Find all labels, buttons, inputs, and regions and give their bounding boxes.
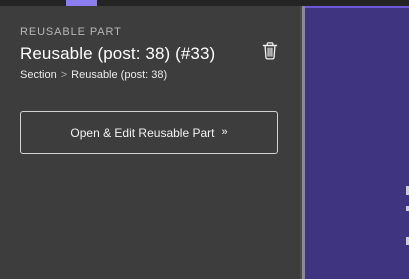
reusable-part-title: Reusable (post: 38) (#33) [20,44,216,63]
breadcrumb-separator: > [60,69,68,81]
trash-icon [262,42,278,60]
breadcrumb-current: Reusable (post: 38) [71,69,168,81]
breadcrumb-parent[interactable]: Section [20,69,57,81]
section-eyebrow: REUSABLE PART [20,26,122,38]
screen: REUSABLE PART Reusable (post: 38) (#33) … [0,0,409,279]
delete-button[interactable] [259,40,281,62]
open-edit-reusable-part-label: Open & Edit Reusable Part [70,125,215,140]
double-chevron-right-icon: » [221,126,228,138]
canvas-preview [305,6,409,279]
open-edit-reusable-part-button[interactable]: Open & Edit Reusable Part » [20,111,278,154]
canvas-preview-top-line [305,6,409,8]
breadcrumb: Section > Reusable (post: 38) [20,69,167,81]
